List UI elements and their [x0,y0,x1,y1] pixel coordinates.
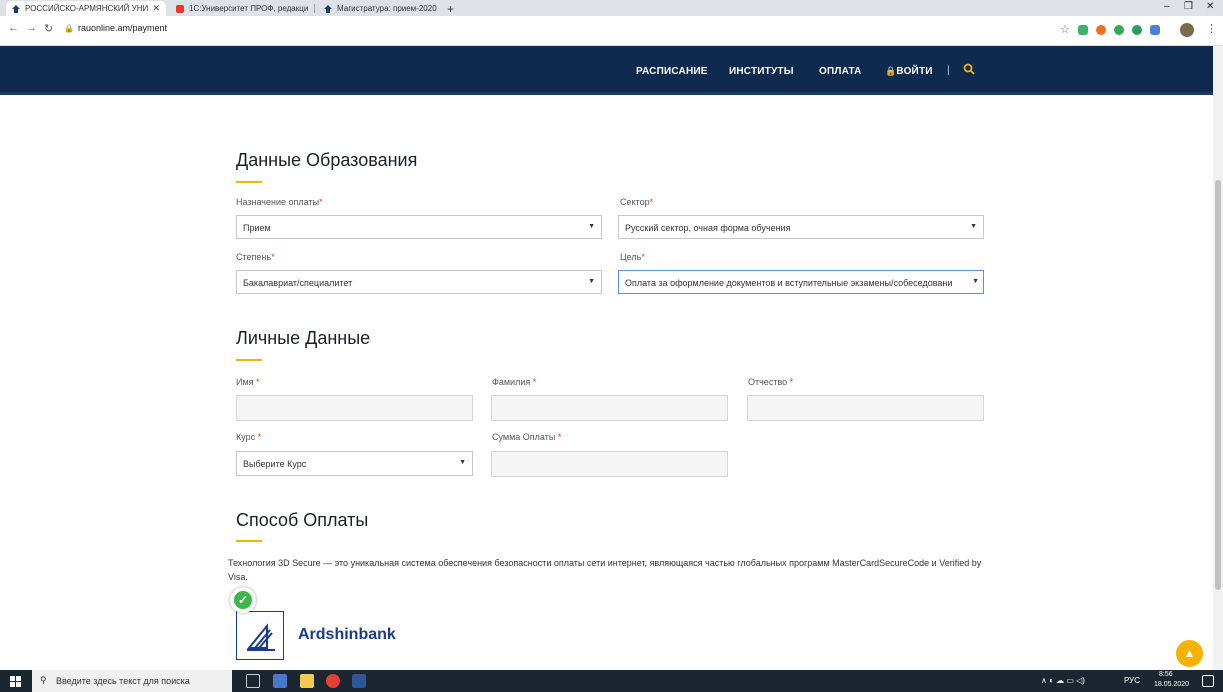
tray-icons[interactable]: ∧ ◐ ☁ ▭ ◁) [1041,676,1085,685]
selected-check-badge: ✓ [230,587,256,613]
menu-icon[interactable]: ⋮ [1206,22,1217,35]
ardshinbank-logo[interactable] [236,611,284,660]
maximize-icon[interactable]: ❐ [1184,1,1193,12]
bank-name[interactable]: Ardshinbank [298,626,396,644]
payment-purpose-label: Назначение оплаты* [236,197,323,207]
degree-label: Степень* [236,252,275,262]
goal-label: Цель* [620,252,645,262]
extension-icon[interactable] [1150,25,1160,35]
browser-tab-bar: РОССИЙСКО-АРМЯНСКИЙ УНИ ✕ 1С:Университет… [0,0,1223,16]
word-icon[interactable] [352,674,366,688]
tab-title: Магистратура: прием-2020 - Ар [337,4,438,13]
scroll-top-icon: ▲ [1183,646,1196,660]
last-name-input[interactable] [491,395,728,421]
personal-section-title: Личные Данные [236,328,371,348]
extension-icon[interactable] [1132,25,1142,35]
browser-tab-masters[interactable]: Магистратура: прием-2020 - Ар ✕ [318,1,438,16]
middle-name-label: Отчество * [748,377,794,387]
file-explorer-icon[interactable] [300,674,314,688]
select-value: Русский сектор, очная форма обучения [625,223,791,233]
payment-method-title: Способ Оплаты [236,510,369,530]
scrollbar-thumb[interactable] [1215,180,1221,590]
tab-title: РОССИЙСКО-АРМЯНСКИЙ УНИ [25,4,149,13]
3d-secure-description: Технология 3D Secure — это уникальная си… [228,558,982,582]
clock-date[interactable]: 18.05.2020 [1154,681,1189,688]
search-icon: ⚲ [40,675,47,685]
course-select[interactable]: Выберите Курс ▼ [236,451,473,476]
back-icon[interactable]: ← [8,22,19,34]
amount-input[interactable] [491,451,728,477]
star-icon[interactable]: ☆ [1060,23,1070,36]
tab-separator [314,4,315,13]
select-value: Выберите Курс [243,459,307,469]
nav-payment[interactable]: ОПЛАТА [819,66,862,77]
sector-label: Сектор* [620,197,654,207]
taskbar-search-field[interactable]: ⚲ Введите здесь текст для поиска [32,670,232,692]
select-value: Прием [243,223,271,233]
browser-tab-1c[interactable]: 1С:Университет ПРОФ, редакци ✕ [170,1,310,16]
user-icon[interactable] [1180,23,1194,37]
forward-icon[interactable]: → [26,22,37,34]
extension-icon[interactable] [1114,25,1124,35]
first-name-input[interactable] [236,395,473,421]
select-value: Оплата за оформление документов и вступи… [625,278,953,288]
education-section-title: Данные Образования [236,150,418,170]
search-placeholder: Введите здесь текст для поиска [56,676,190,686]
close-tab-icon[interactable]: ✕ [308,3,310,14]
lock-icon: 🔒 [64,24,74,33]
extension-icon[interactable] [1096,25,1106,35]
nav-schedule[interactable]: РАСПИСАНИЕ [636,66,708,77]
lock-icon: 🔒 [885,66,897,76]
close-window-icon[interactable]: ✕ [1206,1,1214,12]
search-icon[interactable] [963,63,975,75]
check-icon: ✓ [234,591,252,609]
dropdown-arrow-icon: ▼ [588,223,595,230]
notifications-icon[interactable] [1202,675,1214,687]
minimize-icon[interactable]: – [1164,1,1170,12]
university-favicon-icon [324,4,332,13]
bank-logo-icon [246,623,275,651]
language-indicator[interactable]: РУС [1124,676,1140,685]
last-name-label: Фамилия * [492,377,537,387]
extension-icon[interactable] [1078,25,1088,35]
nav-institutes[interactable]: ИНСТИТУТЫ [729,66,794,77]
amount-label: Сумма Оплаты * [492,432,562,442]
address-bar: ← → ↻ 🔒 rauonline.am/payment ☆ ⋮ [0,16,1223,46]
windows-taskbar: ⚲ Введите здесь текст для поиска ∧ ◐ ☁ ▭… [0,670,1223,692]
chrome-icon[interactable] [326,674,340,688]
nav-login[interactable]: 🔒ВОЙТИ [885,66,933,77]
clock-time[interactable]: 8:56 [1159,671,1173,678]
sector-select[interactable]: Русский сектор, очная форма обучения ▼ [618,215,984,239]
title-underline [236,540,262,542]
degree-select[interactable]: Бакалавриат/специалитет ▼ [236,270,602,294]
browser-tab-rau[interactable]: РОССИЙСКО-АРМЯНСКИЙ УНИ ✕ [6,1,166,16]
task-view-icon[interactable] [246,674,260,688]
university-favicon-icon [12,4,20,13]
nav-login-label: ВОЙТИ [896,66,933,77]
dropdown-arrow-icon: ▼ [588,278,595,285]
windows-icon[interactable] [10,676,21,687]
payment-purpose-select[interactable]: Прием ▼ [236,215,602,239]
title-underline [236,181,262,183]
nav-separator: | [947,65,950,76]
close-tab-icon[interactable]: ✕ [148,3,160,14]
first-name-label: Имя * [236,377,260,387]
scroll-top-button[interactable]: ▲ [1176,640,1203,667]
site-navigation: РАСПИСАНИЕ ИНСТИТУТЫ ОПЛАТА 🔒ВОЙТИ | [0,46,1223,95]
title-underline [236,359,262,361]
dropdown-arrow-icon: ▼ [970,223,977,230]
reload-icon[interactable]: ↻ [44,22,53,35]
1c-favicon-icon [176,4,184,13]
dropdown-arrow-icon: ▼ [970,278,979,285]
dropdown-arrow-icon: ▼ [459,459,466,466]
tab-title: 1С:Университет ПРОФ, редакци [189,4,309,13]
goal-select[interactable]: Оплата за оформление документов и вступи… [618,270,984,294]
select-value: Бакалавриат/специалитет [243,278,353,288]
app-icon[interactable] [273,674,287,688]
middle-name-input[interactable] [747,395,984,421]
url-field[interactable]: 🔒 rauonline.am/payment [64,23,167,33]
url-text: rauonline.am/payment [77,23,168,33]
course-label: Курс * [236,432,262,442]
new-tab-button[interactable]: + [447,2,454,16]
